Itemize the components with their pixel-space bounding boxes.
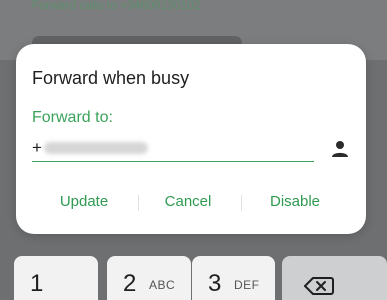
contact-person-icon[interactable] (331, 140, 349, 158)
forward-to-label: Forward to: (32, 109, 113, 126)
dialog-actions: Update Cancel Disable (16, 187, 366, 217)
forward-number-input[interactable]: + (32, 136, 314, 162)
cancel-button[interactable]: Cancel (133, 187, 243, 217)
key-digit: 1 (30, 270, 44, 297)
key-digit: 2 (123, 270, 137, 297)
disable-button[interactable]: Disable (240, 187, 350, 217)
keypad-backspace-key[interactable] (282, 256, 387, 300)
key-digit: 3 (208, 270, 222, 297)
key-letters: DEF (234, 278, 260, 292)
forward-setting-subtext: Forward calls to +34600130102 (32, 0, 201, 12)
update-button[interactable]: Update (29, 187, 139, 217)
dialog-title: Forward when busy (32, 68, 190, 88)
forward-when-busy-dialog: Forward when busy Forward to: + Update C… (16, 44, 366, 234)
backspace-icon (304, 277, 334, 295)
keypad-key-3[interactable]: 3 DEF (192, 256, 275, 300)
redacted-number (44, 142, 148, 154)
keypad-key-1[interactable]: 1 (14, 256, 98, 300)
phone-screen: Forward calls to +34600130102 Forward wh… (0, 0, 387, 300)
key-letters: ABC (149, 278, 176, 292)
number-prefix: + (32, 138, 42, 157)
keypad-key-2[interactable]: 2 ABC (107, 256, 191, 300)
